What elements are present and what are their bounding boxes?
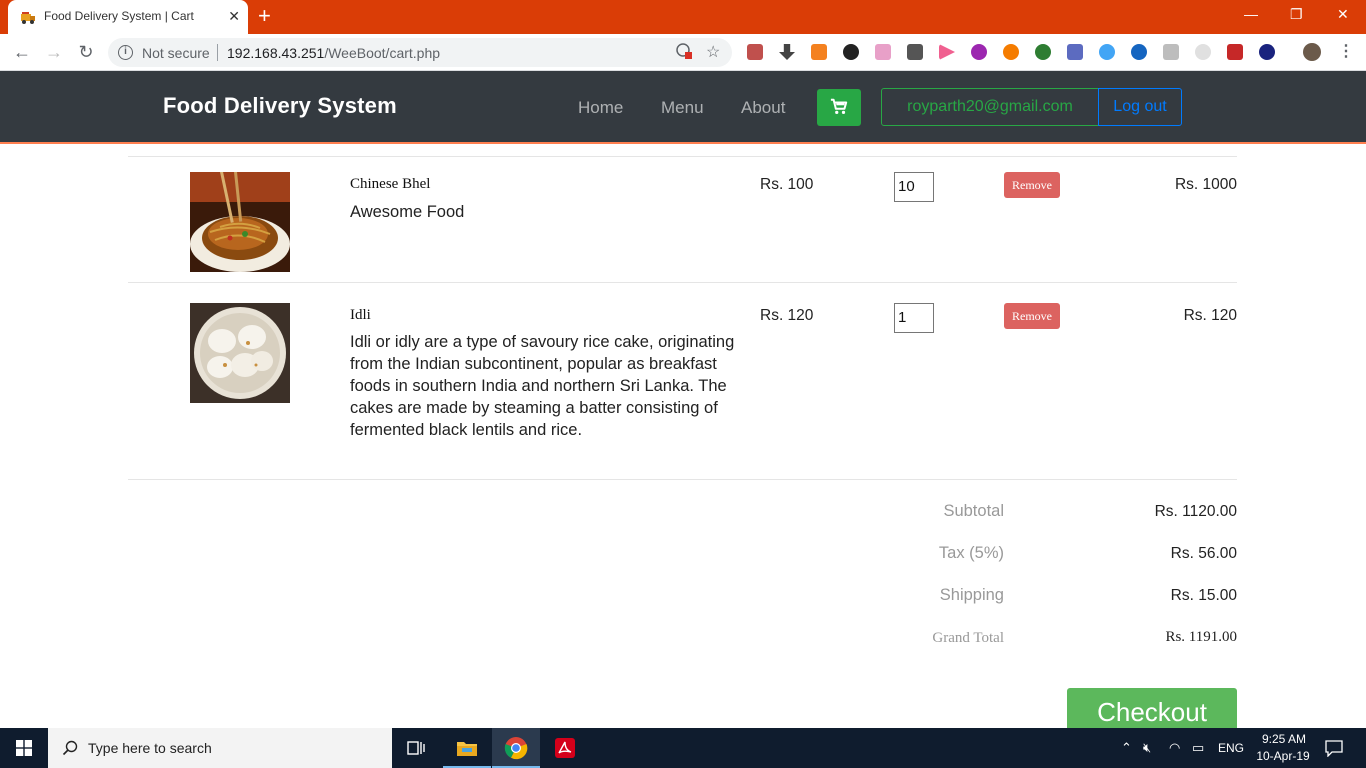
task-view-button[interactable]: [392, 728, 440, 768]
remove-button[interactable]: Remove: [1004, 303, 1060, 329]
translate-icon[interactable]: [676, 43, 692, 59]
item-name: Idli: [350, 307, 371, 323]
ca-extension-icon[interactable]: [971, 44, 987, 60]
user-email-button[interactable]: royparth20@gmail.com: [881, 88, 1099, 126]
globe-extension-icon[interactable]: [1035, 44, 1051, 60]
browser-tab[interactable]: Food Delivery System | Cart ✕: [8, 0, 248, 34]
item-description: Awesome Food: [350, 203, 465, 221]
grand-total-value: Rs. 1191.00: [1165, 629, 1237, 645]
item-total: Rs. 120: [1183, 307, 1237, 324]
acrobat-taskbar-button[interactable]: [541, 728, 589, 768]
unicorn-extension-icon[interactable]: [875, 44, 891, 60]
url-text[interactable]: 192.168.43.251/WeeBoot/cart.php: [227, 45, 440, 61]
item-total: Rs. 1000: [1174, 176, 1237, 193]
address-bar[interactable]: i Not secure 192.168.43.251/WeeBoot/cart…: [108, 38, 732, 67]
browser-toolbar: ← → ↻ i Not secure 192.168.43.251/WeeBoo…: [0, 34, 1366, 71]
restore-icon[interactable]: ❐: [1290, 6, 1303, 23]
chrome-menu-icon[interactable]: ⋮: [1338, 41, 1354, 61]
close-tab-icon[interactable]: ✕: [228, 8, 240, 25]
logout-button[interactable]: Log out: [1098, 88, 1182, 126]
row-divider: [128, 282, 1237, 283]
minimize-icon[interactable]: —: [1244, 6, 1258, 22]
notifications-icon[interactable]: [1325, 739, 1343, 757]
chrome-taskbar-button[interactable]: [492, 728, 540, 768]
chrome-icon: [504, 737, 528, 760]
item-name: Chinese Bhel: [350, 176, 431, 192]
tax-label: Tax (5%): [938, 544, 1004, 562]
help-extension-icon[interactable]: [1195, 44, 1211, 60]
item-price: Rs. 120: [760, 307, 814, 324]
grey-extension-icon[interactable]: [1163, 44, 1179, 60]
nav-link-home[interactable]: Home: [578, 98, 623, 118]
volume-muted-icon[interactable]: 🔇︎: [1143, 740, 1151, 756]
cart-button[interactable]: [817, 89, 861, 126]
blue-extension-icon[interactable]: [1099, 44, 1115, 60]
info-icon[interactable]: i: [118, 45, 133, 60]
site-navbar: Food Delivery System Home Menu About roy…: [0, 71, 1366, 144]
item-price: Rs. 100: [760, 176, 814, 193]
omnibox-divider: [217, 44, 218, 61]
browser-titlebar: Food Delivery System | Cart ✕ + — ❐ ✕: [0, 0, 1366, 34]
quantity-input[interactable]: 1: [894, 303, 934, 333]
food-truck-icon: [21, 12, 35, 24]
red-extension-icon[interactable]: [1227, 44, 1243, 60]
profile-avatar[interactable]: [1303, 43, 1321, 61]
quantity-input[interactable]: 10: [894, 172, 934, 202]
pdf-extension-icon[interactable]: [747, 44, 763, 60]
d-extension-icon[interactable]: [1259, 44, 1275, 60]
close-window-icon[interactable]: ✕: [1337, 6, 1349, 23]
url-path: /WeeBoot/cart.php: [324, 45, 441, 61]
nav-link-about[interactable]: About: [741, 98, 785, 118]
shopping-cart-icon: [830, 98, 848, 115]
new-tab-icon[interactable]: +: [258, 5, 271, 27]
world-extension-icon[interactable]: [1131, 44, 1147, 60]
dark-extension-icon[interactable]: [843, 44, 859, 60]
show-hidden-icons[interactable]: ⌃: [1121, 740, 1132, 756]
url-host: 192.168.43.251: [227, 45, 325, 61]
forward-icon[interactable]: →: [42, 40, 66, 64]
acrobat-icon: [555, 738, 575, 758]
tab-title: Food Delivery System | Cart: [44, 9, 194, 23]
idli-image: [190, 303, 290, 403]
tax-value: Rs. 56.00: [1170, 545, 1237, 562]
remove-button[interactable]: Remove: [1004, 172, 1060, 198]
start-button[interactable]: [0, 728, 48, 768]
security-status[interactable]: Not secure: [142, 45, 210, 61]
file-explorer-button[interactable]: [443, 728, 491, 768]
search-icon: [62, 740, 78, 756]
search-placeholder: Type here to search: [88, 740, 212, 756]
task-view-icon: [407, 741, 425, 755]
folder-icon: [457, 742, 477, 756]
clock-date[interactable]: 10-Apr-19: [1252, 749, 1314, 763]
subtotal-value: Rs. 1120.00: [1154, 503, 1237, 520]
grand-total-label: Grand Total: [932, 630, 1004, 646]
chinese-bhel-image: [190, 172, 290, 272]
item-description: Idli or idly are a type of savoury rice …: [350, 333, 735, 439]
shipping-label: Shipping: [939, 586, 1004, 604]
doc-extension-icon[interactable]: [1067, 44, 1083, 60]
qr-extension-icon[interactable]: [907, 44, 923, 60]
row-divider: [128, 156, 1237, 157]
windows-logo-icon: [16, 740, 32, 756]
office-extension-icon[interactable]: [811, 44, 827, 60]
windows-taskbar: Type here to search ⌃ 🔇︎ ◠ ▭ ENG 9:25 AM…: [0, 728, 1366, 768]
wifi-icon[interactable]: ◠: [1169, 740, 1180, 756]
orange-extension-icon[interactable]: [1003, 44, 1019, 60]
subtotal-label: Subtotal: [943, 502, 1004, 520]
shipping-value: Rs. 15.00: [1170, 587, 1237, 604]
site-brand[interactable]: Food Delivery System: [163, 93, 397, 119]
language-indicator[interactable]: ENG: [1218, 741, 1244, 755]
battery-icon[interactable]: ▭: [1192, 740, 1204, 756]
reload-icon[interactable]: ↻: [74, 40, 98, 64]
back-icon[interactable]: ←: [10, 40, 34, 64]
row-divider: [128, 479, 1237, 480]
taskbar-search[interactable]: Type here to search: [48, 728, 392, 768]
bookmark-star-icon[interactable]: ☆: [706, 42, 720, 62]
nav-link-menu[interactable]: Menu: [661, 98, 704, 118]
clock-time[interactable]: 9:25 AM: [1258, 732, 1310, 746]
